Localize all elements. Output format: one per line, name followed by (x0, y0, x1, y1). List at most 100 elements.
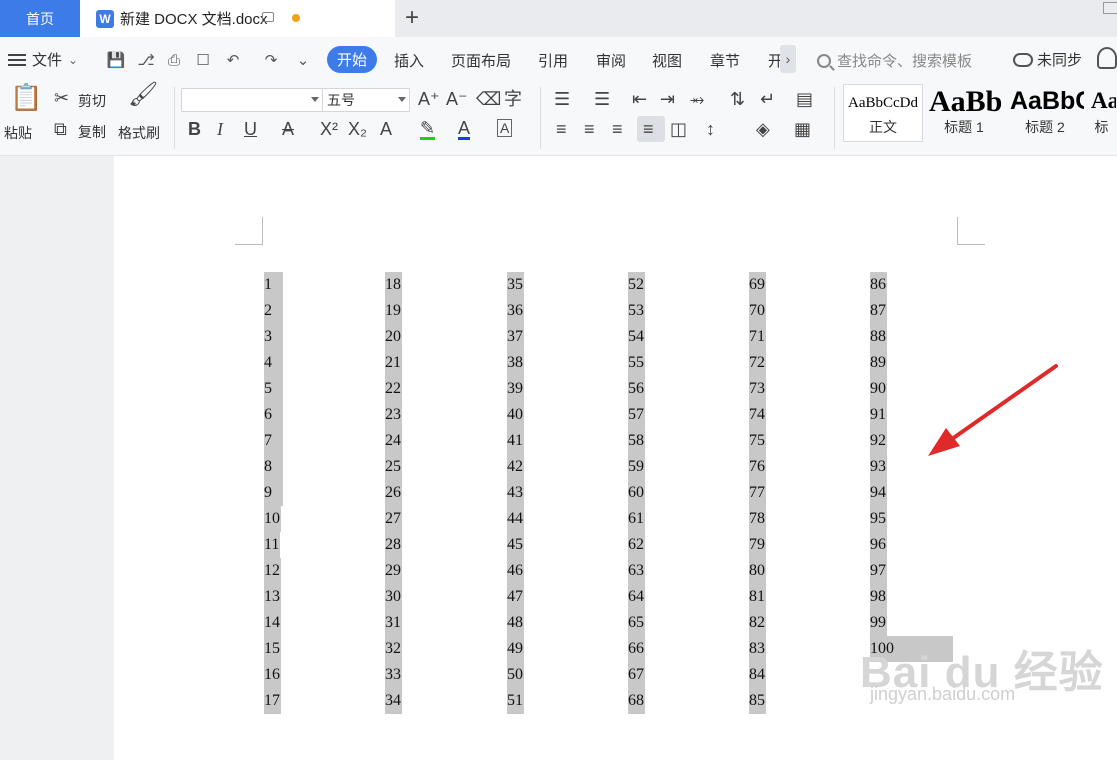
arrow-shaft (940, 364, 1058, 448)
print-icon[interactable]: ⎙ (165, 51, 183, 69)
number-cell: 2 (264, 298, 283, 324)
menu-item-view[interactable]: 视图 (652, 50, 682, 71)
increase-indent-icon[interactable]: ⇥ (660, 89, 675, 109)
bullet-list-icon[interactable]: ☰ (554, 89, 570, 109)
menu-item-home[interactable]: 开始 (327, 46, 377, 73)
number-cell: 69 (749, 272, 766, 298)
numbered-list-icon[interactable]: ☰ (594, 89, 610, 109)
number-cell: 82 (749, 610, 766, 636)
phonetic-guide-icon[interactable]: 字 (504, 89, 522, 109)
number-cell: 85 (749, 688, 766, 714)
cloud-sync-icon (1013, 52, 1033, 67)
number-cell: 49 (507, 636, 524, 662)
chevron-down-icon (311, 97, 319, 102)
shading-icon[interactable]: ◈ (756, 119, 770, 139)
character-border-icon[interactable]: A (497, 119, 513, 137)
cut-button[interactable]: 剪切 (78, 91, 106, 111)
highlight-icon[interactable]: ✎ (420, 119, 436, 140)
menu-item-review[interactable]: 审阅 (596, 50, 626, 71)
number-cell: 6 (264, 402, 283, 428)
file-menu[interactable]: 文件 ⌄ (8, 49, 78, 70)
user-icon[interactable] (1097, 47, 1117, 69)
number-cell: 39 (507, 376, 524, 402)
new-tab-button[interactable]: + (405, 4, 419, 32)
number-cell: 83 (749, 636, 766, 662)
style-heading-2[interactable]: AaBbC 标题 2 (1005, 84, 1085, 142)
number-cell: 67 (628, 662, 645, 688)
style-heading-3[interactable]: AaB 标 (1086, 84, 1117, 142)
number-cell: 81 (749, 584, 766, 610)
superscript-icon[interactable]: X² (320, 119, 338, 139)
menu-item-insert[interactable]: 插入 (394, 50, 424, 71)
redo-icon[interactable]: ↷ (262, 51, 280, 69)
quick-access-dropdown-icon[interactable]: ⌄ (294, 51, 312, 69)
align-left-icon[interactable]: ≡ (556, 119, 567, 139)
command-search-placeholder: 查找命令、搜索模板 (837, 53, 973, 70)
number-column-4: 52 53 54 55 56 57 58 59 60 61 62 63 64 65 66 67 68 (628, 272, 645, 714)
chevron-down-icon (398, 97, 406, 102)
font-size-select[interactable]: 五号 (322, 88, 410, 112)
menu-item-truncated[interactable]: 开 (768, 50, 780, 71)
number-cell: 1 (264, 272, 283, 298)
paragraph-mark-icon[interactable]: ↵ (760, 89, 775, 109)
line-spacing-icon[interactable]: ↕ (706, 119, 715, 139)
sort-icon[interactable]: ⇅ (730, 89, 745, 109)
align-center-icon[interactable]: ≡ (584, 119, 595, 139)
paste-icon[interactable]: 📋 (10, 84, 42, 110)
menu-item-section[interactable]: 章节 (710, 50, 740, 71)
style-sample: AaBbCcDd (848, 95, 918, 111)
increase-font-size-icon[interactable]: A⁺ (418, 89, 440, 109)
underline-icon[interactable]: U (244, 119, 257, 139)
tab-home[interactable]: 首页 (0, 0, 80, 37)
number-cell: 90 (870, 376, 887, 402)
subscript-icon[interactable]: X₂ (348, 119, 367, 139)
number-cell: 94 (870, 480, 887, 506)
copy-icon[interactable]: ⧉ (54, 119, 67, 139)
style-normal[interactable]: AaBbCcDd 正文 (843, 84, 923, 142)
window-restore-icon[interactable] (1103, 2, 1117, 14)
number-cell: 33 (385, 662, 402, 688)
ruler-icon[interactable]: ▤ (796, 89, 813, 109)
number-cell: 58 (628, 428, 645, 454)
italic-icon[interactable]: I (217, 119, 223, 139)
style-heading-1[interactable]: AaBb 标题 1 (924, 84, 1004, 142)
save-icon[interactable]: 💾 (107, 51, 126, 69)
tab-document[interactable]: W 新建 DOCX 文档.docx (80, 0, 395, 37)
align-justify-button[interactable]: ≡ (637, 116, 665, 142)
style-name: 标题 2 (1025, 119, 1065, 135)
copy-button[interactable]: 复制 (78, 122, 106, 142)
monitor-icon[interactable] (262, 12, 274, 22)
paste-button[interactable]: 粘贴 (4, 123, 32, 143)
bold-icon[interactable]: B (188, 119, 201, 139)
font-name-select[interactable] (181, 88, 323, 112)
number-cell: 23 (385, 402, 402, 428)
sync-status[interactable]: 未同步 (1013, 49, 1082, 70)
distributed-align-icon[interactable]: ◫ (670, 119, 687, 139)
number-cell: 44 (507, 506, 524, 532)
decrease-font-size-icon[interactable]: A⁻ (446, 89, 468, 109)
strikethrough-icon[interactable]: A (282, 119, 294, 139)
chinese-layout-icon[interactable]: ⥇ (690, 89, 704, 109)
cloud-save-icon[interactable]: ⎇ (137, 51, 155, 69)
undo-icon[interactable]: ↶ (224, 51, 242, 69)
command-search[interactable]: 查找命令、搜索模板 (817, 50, 972, 71)
format-painter-button[interactable]: 格式刷 (118, 123, 160, 143)
decrease-indent-icon[interactable]: ⇤ (632, 89, 647, 109)
borders-icon[interactable]: ▦ (794, 119, 811, 139)
font-color-icon[interactable]: A (458, 119, 471, 140)
baidu-watermark: Bai du 经验 jingyan.baidu.com (860, 636, 1104, 704)
align-right-icon[interactable]: ≡ (612, 119, 623, 139)
number-cell: 71 (749, 324, 766, 350)
format-painter-icon[interactable]: 🖌 (128, 83, 158, 107)
number-cell: 24 (385, 428, 402, 454)
menu-item-page-layout[interactable]: 页面布局 (451, 50, 511, 71)
number-cell: 66 (628, 636, 645, 662)
menu-item-references[interactable]: 引用 (538, 50, 568, 71)
text-effect-icon[interactable]: A (380, 119, 392, 139)
print-preview-icon[interactable]: ☐ (194, 51, 212, 69)
scissors-icon[interactable]: ✂ (54, 88, 69, 108)
number-cell: 72 (749, 350, 766, 376)
clear-format-icon[interactable]: ⌫ (476, 89, 501, 109)
menu-more-button[interactable]: › (780, 45, 796, 73)
tab-bar: 首页 W 新建 DOCX 文档.docx + (0, 0, 1117, 37)
